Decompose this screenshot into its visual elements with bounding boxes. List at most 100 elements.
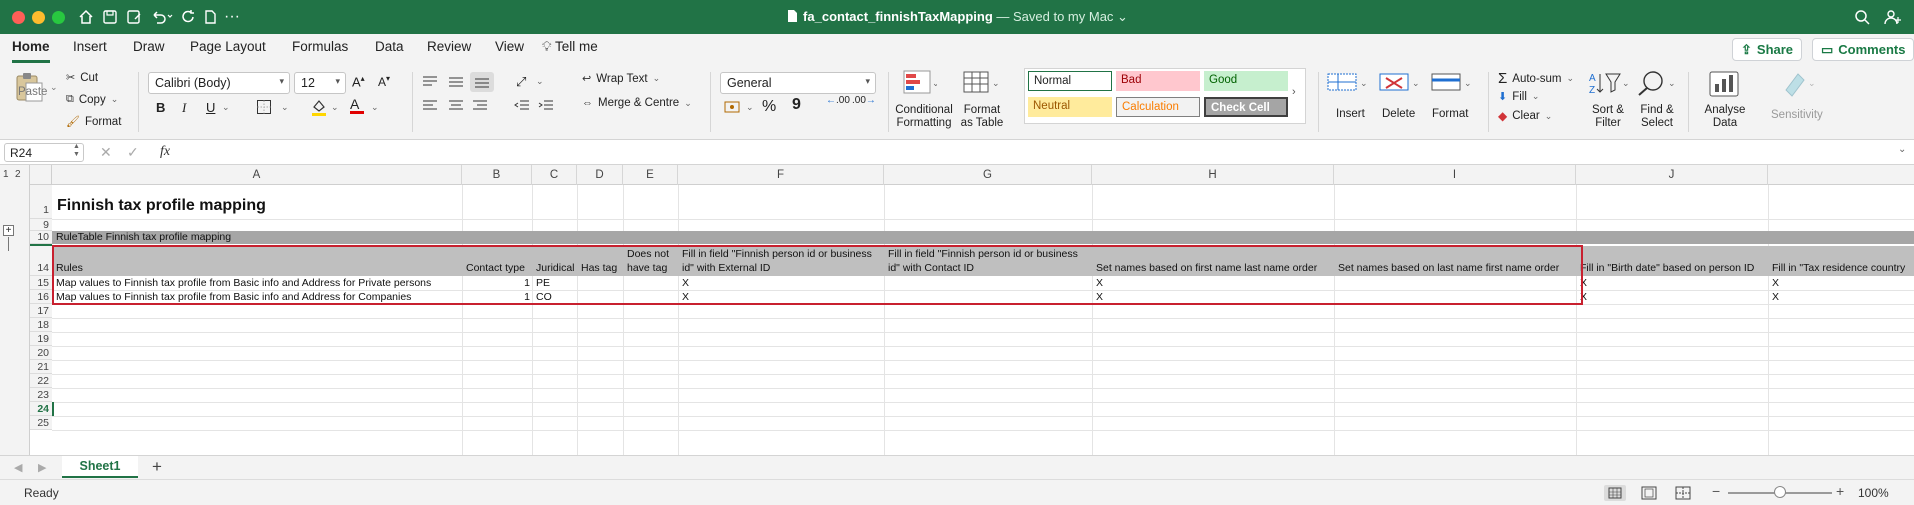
copy-button[interactable]: ⧉ Copy ⌄ [66, 93, 118, 106]
row-header-25[interactable]: 25 [30, 416, 52, 430]
format-painter-button[interactable]: 🖌︎ Format [66, 115, 121, 129]
align-left-icon[interactable] [422, 100, 438, 115]
fill-color-chevron-icon[interactable]: ⌄ [331, 102, 339, 113]
fill-button[interactable]: ⬇︎ Fill ⌄ [1498, 90, 1539, 104]
column-header-f[interactable]: F [678, 165, 884, 185]
row15-k[interactable]: X [1770, 276, 1779, 290]
chevron-right-icon[interactable]: › [1292, 86, 1296, 98]
add-sheet-button[interactable]: + [152, 457, 162, 477]
column-header-e[interactable]: E [623, 165, 678, 185]
underline-chevron-icon[interactable]: ⌄ [222, 102, 230, 113]
tab-formulas[interactable]: Formulas [292, 39, 348, 54]
insert-function-button[interactable]: fx [160, 144, 170, 160]
prev-sheet-icon[interactable]: ◀ [14, 461, 22, 474]
style-bad[interactable]: Bad [1116, 71, 1200, 91]
align-right-icon[interactable] [472, 100, 488, 115]
delete-cells-button[interactable]: ⌄ [1378, 70, 1422, 99]
find-select-button[interactable]: ⌄ [1636, 70, 1678, 99]
cut-button[interactable]: ✂ Cut [66, 71, 98, 85]
tab-draw[interactable]: Draw [133, 39, 165, 54]
zoom-in-button[interactable]: + [1836, 483, 1844, 499]
row-header-14[interactable]: 14 [30, 246, 52, 276]
zoom-level[interactable]: 100% [1858, 486, 1889, 500]
comma-style-button[interactable]: 9 [792, 96, 801, 114]
italic-button[interactable]: I [182, 100, 186, 116]
outline-level-2[interactable]: 2 [15, 169, 21, 180]
row-header-20[interactable]: 20 [30, 346, 52, 360]
account-icon[interactable] [1882, 7, 1904, 27]
increase-decimal-button[interactable]: ←.00 [826, 96, 850, 106]
orientation-icon[interactable]: ⤢ [516, 74, 526, 90]
paste-chevron-icon[interactable]: ⌄ [50, 82, 58, 93]
column-header-h[interactable]: H [1092, 165, 1334, 185]
search-icon[interactable] [1852, 7, 1872, 27]
row-header-9[interactable]: 9 [30, 219, 52, 231]
font-color-button[interactable]: A [350, 97, 364, 114]
select-all-corner[interactable] [30, 165, 52, 185]
row-header-22[interactable]: 22 [30, 374, 52, 388]
page-layout-view-icon[interactable] [1640, 485, 1658, 504]
header-k[interactable]: Fill in "Tax residence country [1770, 261, 1905, 275]
header-j[interactable]: Fill in "Birth date" based on person ID [1578, 261, 1754, 275]
column-header-b[interactable]: B [462, 165, 532, 185]
tell-me-search[interactable]: 💡︎ Tell me [542, 39, 598, 55]
tab-insert[interactable]: Insert [73, 39, 107, 54]
font-name-select[interactable]: Calibri (Body) ▾ [148, 72, 290, 94]
align-middle-icon[interactable] [448, 76, 464, 91]
row-header-15[interactable]: 15 [30, 276, 52, 290]
style-neutral[interactable]: Neutral [1028, 97, 1112, 117]
align-center-icon[interactable] [448, 100, 464, 115]
sheet-tab-sheet1[interactable]: Sheet1 [62, 456, 138, 478]
expand-formula-bar-icon[interactable]: ⌄ [1898, 144, 1906, 155]
increase-font-size-button[interactable]: A▴ [352, 74, 365, 89]
formula-input[interactable] [182, 145, 1882, 161]
tab-page-layout[interactable]: Page Layout [190, 39, 266, 54]
decrease-font-size-button[interactable]: A▾ [378, 74, 390, 89]
currency-chevron-icon[interactable]: ⌄ [746, 102, 754, 113]
analyse-data-button[interactable] [1708, 70, 1742, 101]
row-header-16[interactable]: 16 [30, 290, 52, 304]
column-header-c[interactable]: C [532, 165, 577, 185]
align-top-icon[interactable] [422, 76, 438, 91]
outline-level-1[interactable]: 1 [3, 169, 9, 180]
column-header-d[interactable]: D [577, 165, 623, 185]
name-box[interactable]: R24 [4, 143, 84, 162]
rule-table-label[interactable]: RuleTable Finnish tax profile mapping [54, 231, 231, 244]
tab-home[interactable]: Home [12, 39, 50, 54]
merge-center-button[interactable]: ⇔ Merge & Centre ⌄ [582, 97, 692, 109]
page-break-view-icon[interactable] [1674, 485, 1692, 504]
column-header-g[interactable]: G [884, 165, 1092, 185]
sort-filter-button[interactable]: A Z ⌄ [1588, 70, 1630, 99]
increase-indent-icon[interactable] [538, 100, 554, 115]
tab-data[interactable]: Data [375, 39, 404, 54]
font-size-select[interactable]: 12 ▾ [294, 72, 346, 94]
percent-button[interactable]: % [762, 98, 776, 116]
format-as-table-button[interactable]: ⌄ [962, 70, 1006, 102]
underline-button[interactable]: U [206, 100, 215, 115]
column-header-i[interactable]: I [1334, 165, 1576, 185]
column-header-a[interactable]: A [52, 165, 462, 185]
borders-button[interactable] [256, 99, 272, 118]
currency-icon[interactable] [724, 100, 742, 117]
zoom-slider-thumb[interactable] [1774, 486, 1786, 498]
sensitivity-button[interactable]: ⌄ [1780, 70, 1816, 101]
decrease-decimal-button[interactable]: .00→ [852, 96, 876, 106]
row-header-18[interactable]: 18 [30, 318, 52, 332]
row-header-19[interactable]: 19 [30, 332, 52, 346]
row-header-10[interactable]: 10 [30, 231, 52, 244]
row-header-24[interactable]: 24 [30, 402, 52, 416]
check-icon[interactable]: ✓ [127, 144, 139, 161]
normal-view-icon[interactable] [1604, 485, 1626, 501]
align-bottom-icon[interactable] [470, 72, 494, 92]
chevron-down-icon[interactable]: ⌄ [1113, 9, 1128, 24]
zoom-out-button[interactable]: − [1712, 483, 1720, 499]
column-header-j[interactable]: J [1576, 165, 1768, 185]
decrease-indent-icon[interactable] [514, 100, 530, 115]
borders-chevron-icon[interactable]: ⌄ [281, 102, 289, 113]
orientation-chevron-icon[interactable]: ⌄ [536, 76, 544, 87]
expand-group-icon[interactable]: + [3, 225, 14, 236]
insert-cells-button[interactable]: ⌄ [1326, 70, 1370, 99]
share-button[interactable]: ⇪ Share [1732, 38, 1803, 61]
wrap-text-button[interactable]: ↩︎ Wrap Text ⌄ [582, 72, 660, 86]
row-header-23[interactable]: 23 [30, 388, 52, 402]
